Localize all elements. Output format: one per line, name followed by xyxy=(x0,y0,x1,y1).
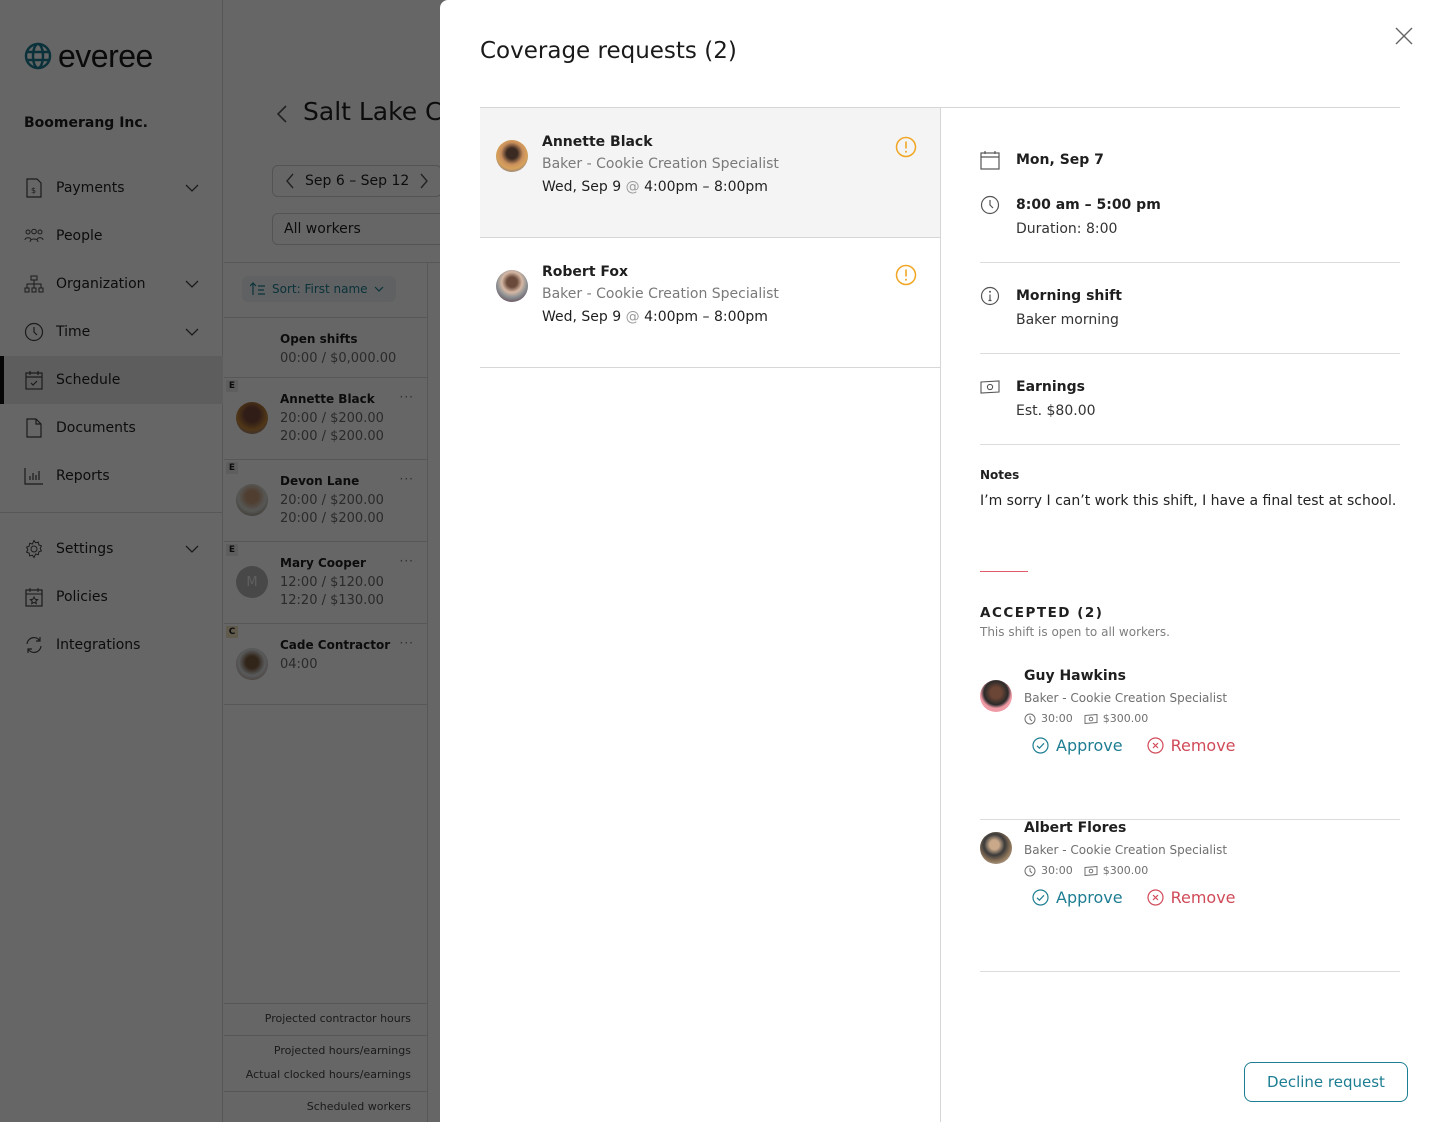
coverage-request-item[interactable]: Robert Fox Baker - Cookie Creation Speci… xyxy=(480,238,940,368)
request-hours: 4:00pm – 8:00pm xyxy=(644,179,768,195)
approve-button[interactable]: Approve xyxy=(1032,736,1123,755)
modal-title: Coverage requests (2) xyxy=(480,38,737,64)
warning-icon xyxy=(895,136,917,158)
worker-pay: $300.00 xyxy=(1102,712,1149,725)
decline-request-button[interactable]: Decline request xyxy=(1244,1062,1408,1102)
close-icon[interactable] xyxy=(1392,24,1416,48)
clock-icon xyxy=(1024,713,1036,724)
accepted-worker: Guy Hawkins Baker - Cookie Creation Spec… xyxy=(980,668,1400,820)
worker-meta: 30:00 $300.00 xyxy=(1024,864,1148,877)
coverage-requests-modal: Coverage requests (2) Annette Black Bake… xyxy=(440,0,1440,1122)
money-icon xyxy=(980,380,1000,394)
worker-meta: 30:00 $300.00 xyxy=(1024,712,1148,725)
divider xyxy=(980,353,1400,354)
requester-name: Annette Black xyxy=(542,134,653,150)
coverage-request-item[interactable]: Annette Black Baker - Cookie Creation Sp… xyxy=(480,108,940,238)
worker-role: Baker - Cookie Creation Specialist xyxy=(1024,691,1228,705)
warning-icon xyxy=(895,264,917,286)
notes-label: Notes xyxy=(980,468,1020,482)
check-circle-icon xyxy=(1032,737,1049,754)
clock-icon xyxy=(980,195,1000,215)
request-time: Wed, Sep 9 @ 4:00pm – 8:00pm xyxy=(542,309,768,325)
check-circle-icon xyxy=(1032,889,1049,906)
x-circle-icon xyxy=(1146,737,1164,754)
request-hours: 4:00pm – 8:00pm xyxy=(644,309,768,325)
worker-actions: Approve Remove xyxy=(1032,736,1236,755)
remove-label: Remove xyxy=(1170,736,1236,755)
approve-label: Approve xyxy=(1056,888,1123,907)
divider xyxy=(980,262,1400,263)
requester-name: Robert Fox xyxy=(542,264,629,280)
earnings-value: Est. $80.00 xyxy=(1016,403,1096,419)
avatar xyxy=(496,270,528,302)
avatar xyxy=(980,680,1012,712)
section-accent xyxy=(980,571,1028,572)
worker-actions: Approve Remove xyxy=(1032,888,1236,907)
worker-pay: $300.00 xyxy=(1102,864,1149,877)
worker-name: Albert Flores xyxy=(1024,820,1127,836)
avatar xyxy=(496,140,528,172)
divider xyxy=(980,444,1400,445)
avatar xyxy=(980,832,1012,864)
at-symbol: @ xyxy=(625,179,640,195)
request-day: Wed, Sep 9 xyxy=(542,179,622,195)
worker-hours: 30:00 xyxy=(1041,712,1073,725)
remove-button[interactable]: Remove xyxy=(1146,888,1236,907)
request-day: Wed, Sep 9 xyxy=(542,309,622,325)
calendar-icon xyxy=(980,151,1000,170)
divider xyxy=(940,107,941,1122)
money-icon xyxy=(1084,713,1098,724)
shift-description: Baker morning xyxy=(1016,312,1119,328)
x-circle-icon xyxy=(1146,889,1164,906)
approve-button[interactable]: Approve xyxy=(1032,888,1123,907)
notes-text: I’m sorry I can’t work this shift, I hav… xyxy=(980,493,1397,509)
info-icon xyxy=(980,286,1000,306)
approve-label: Approve xyxy=(1056,736,1123,755)
shift-name: Morning shift xyxy=(1016,288,1122,304)
money-icon xyxy=(1084,865,1098,876)
shift-date: Mon, Sep 7 xyxy=(1016,152,1104,168)
at-symbol: @ xyxy=(625,309,640,325)
requester-role: Baker - Cookie Creation Specialist xyxy=(542,286,779,302)
clock-icon xyxy=(1024,865,1036,876)
worker-role: Baker - Cookie Creation Specialist xyxy=(1024,843,1228,857)
earnings-label: Earnings xyxy=(1016,379,1086,395)
accepted-subtitle: This shift is open to all workers. xyxy=(980,625,1170,639)
remove-label: Remove xyxy=(1170,888,1236,907)
shift-duration: Duration: 8:00 xyxy=(1016,221,1118,237)
request-time: Wed, Sep 9 @ 4:00pm – 8:00pm xyxy=(542,179,768,195)
shift-time-range: 8:00 am – 5:00 pm xyxy=(1016,197,1161,213)
accepted-worker: Albert Flores Baker - Cookie Creation Sp… xyxy=(980,820,1400,972)
remove-button[interactable]: Remove xyxy=(1146,736,1236,755)
worker-hours: 30:00 xyxy=(1041,864,1073,877)
worker-name: Guy Hawkins xyxy=(1024,668,1126,684)
accepted-heading: ACCEPTED (2) xyxy=(980,605,1104,621)
requester-role: Baker - Cookie Creation Specialist xyxy=(542,156,779,172)
